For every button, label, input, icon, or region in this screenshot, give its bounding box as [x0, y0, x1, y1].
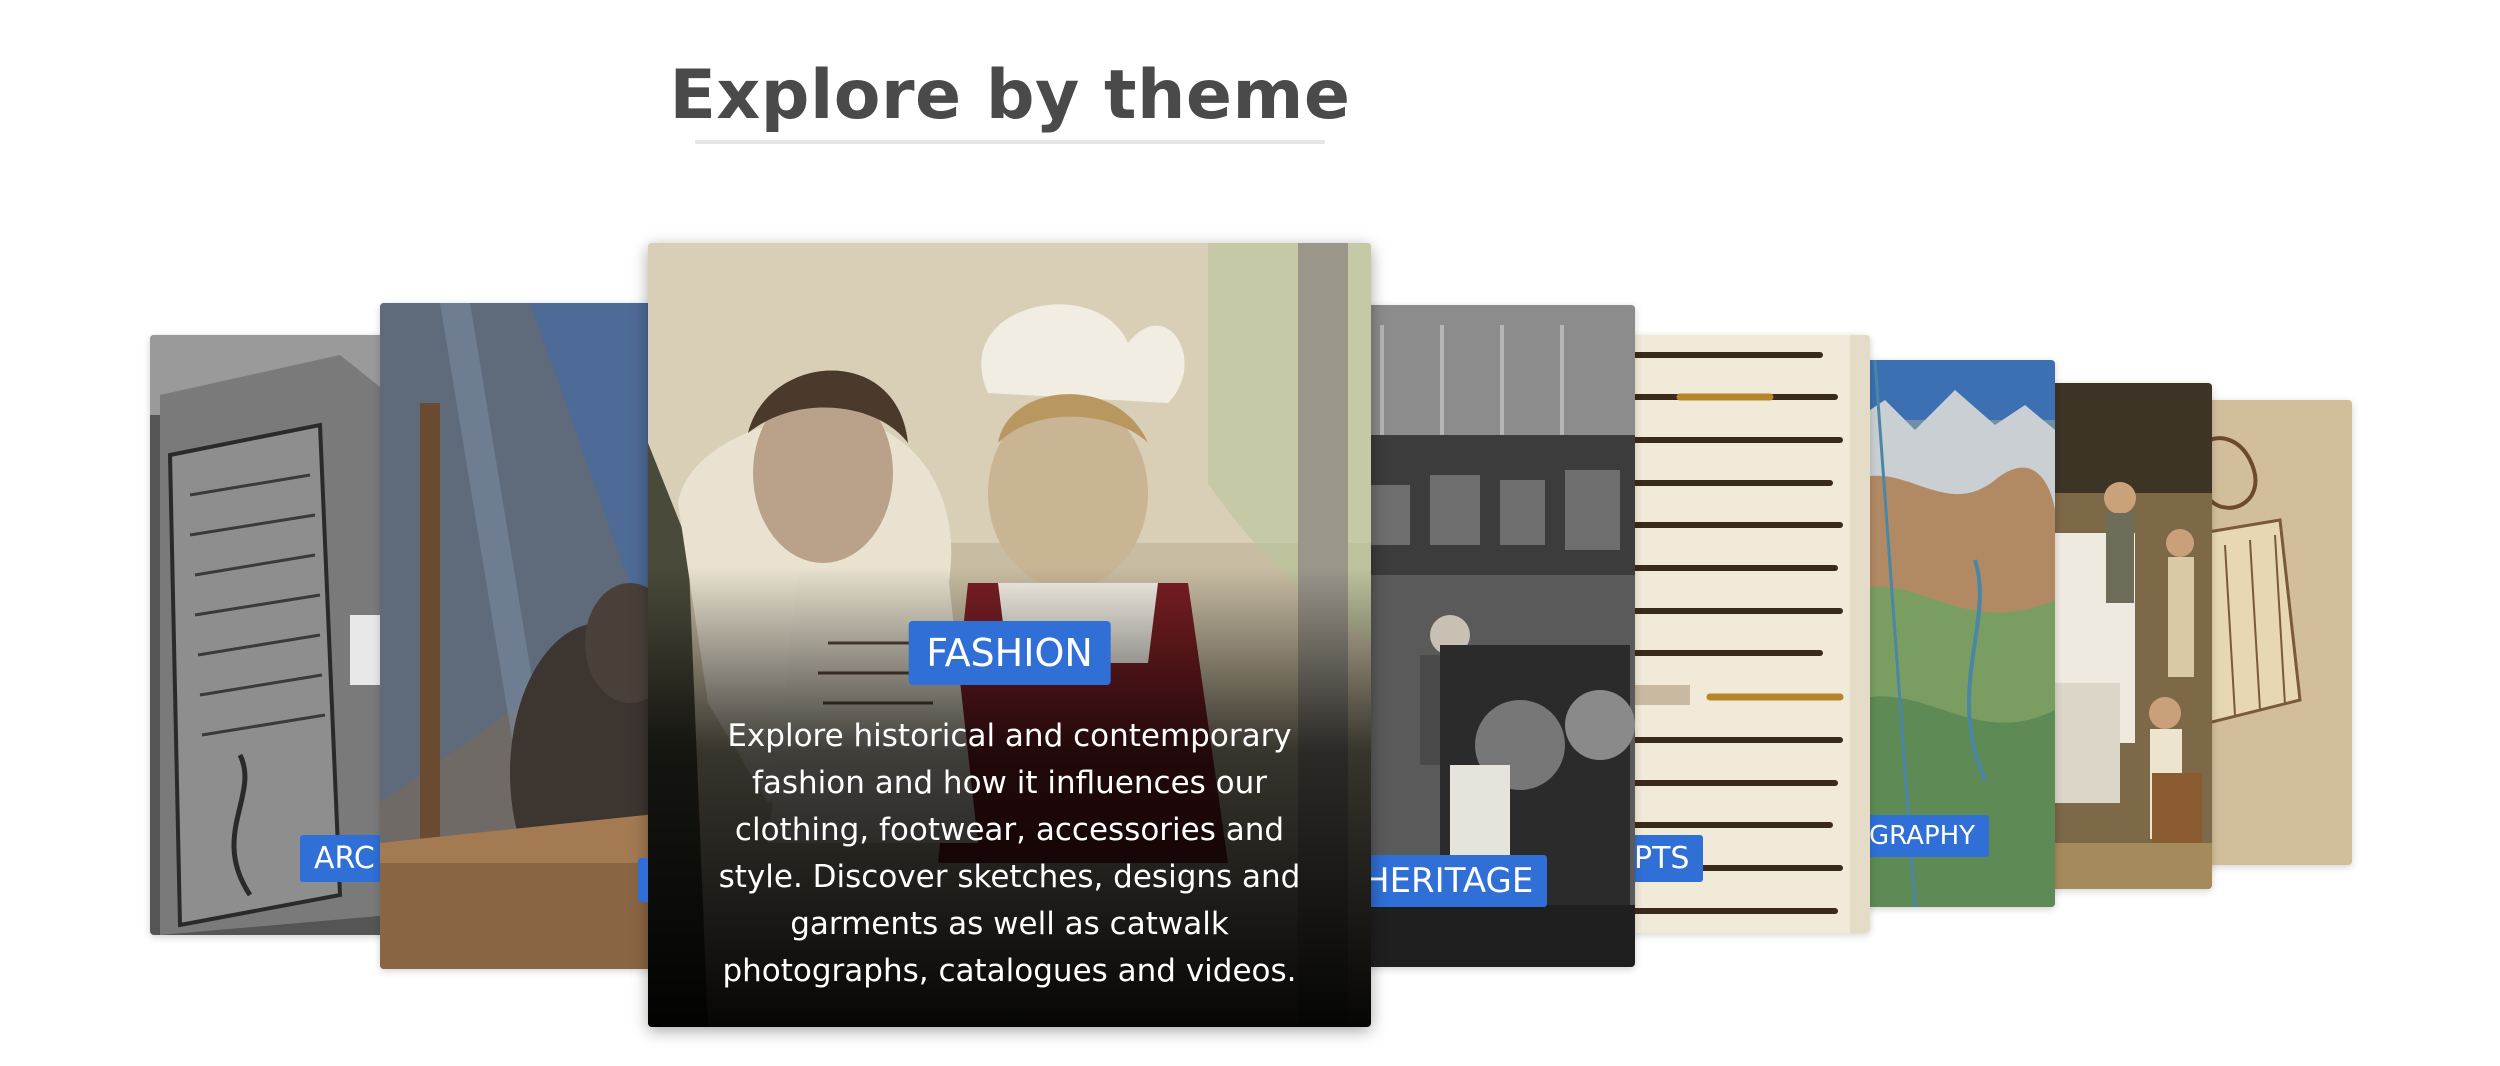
theme-card-fashion[interactable]: FASHION Explore historical and contempor…: [648, 243, 1371, 1027]
theme-card-label: FASHION: [908, 621, 1111, 685]
theme-card-industrial-heritage[interactable]: HERITAGE: [1350, 305, 1635, 967]
art-card-image: [380, 303, 665, 969]
title-divider: [695, 140, 1325, 144]
theme-card-maps-and-geography[interactable]: GRAPHY: [1855, 360, 2055, 907]
theme-card-label-art-fragment: [638, 858, 648, 902]
theme-card-manuscripts[interactable]: PTS: [1620, 335, 1870, 933]
theme-card-archaeology[interactable]: ARC: [150, 335, 400, 935]
theme-card-art[interactable]: [380, 303, 665, 969]
theme-card-label: GRAPHY: [1855, 815, 1990, 857]
theme-description: Explore historical and contemporary fash…: [718, 718, 1301, 989]
theme-card-label: HERITAGE: [1350, 855, 1548, 907]
theme-card-migration[interactable]: [2040, 383, 2212, 889]
theme-card-label: ARC: [300, 835, 389, 882]
section-title: Explore by theme: [669, 55, 1351, 135]
migration-card-image: [2040, 383, 2212, 889]
